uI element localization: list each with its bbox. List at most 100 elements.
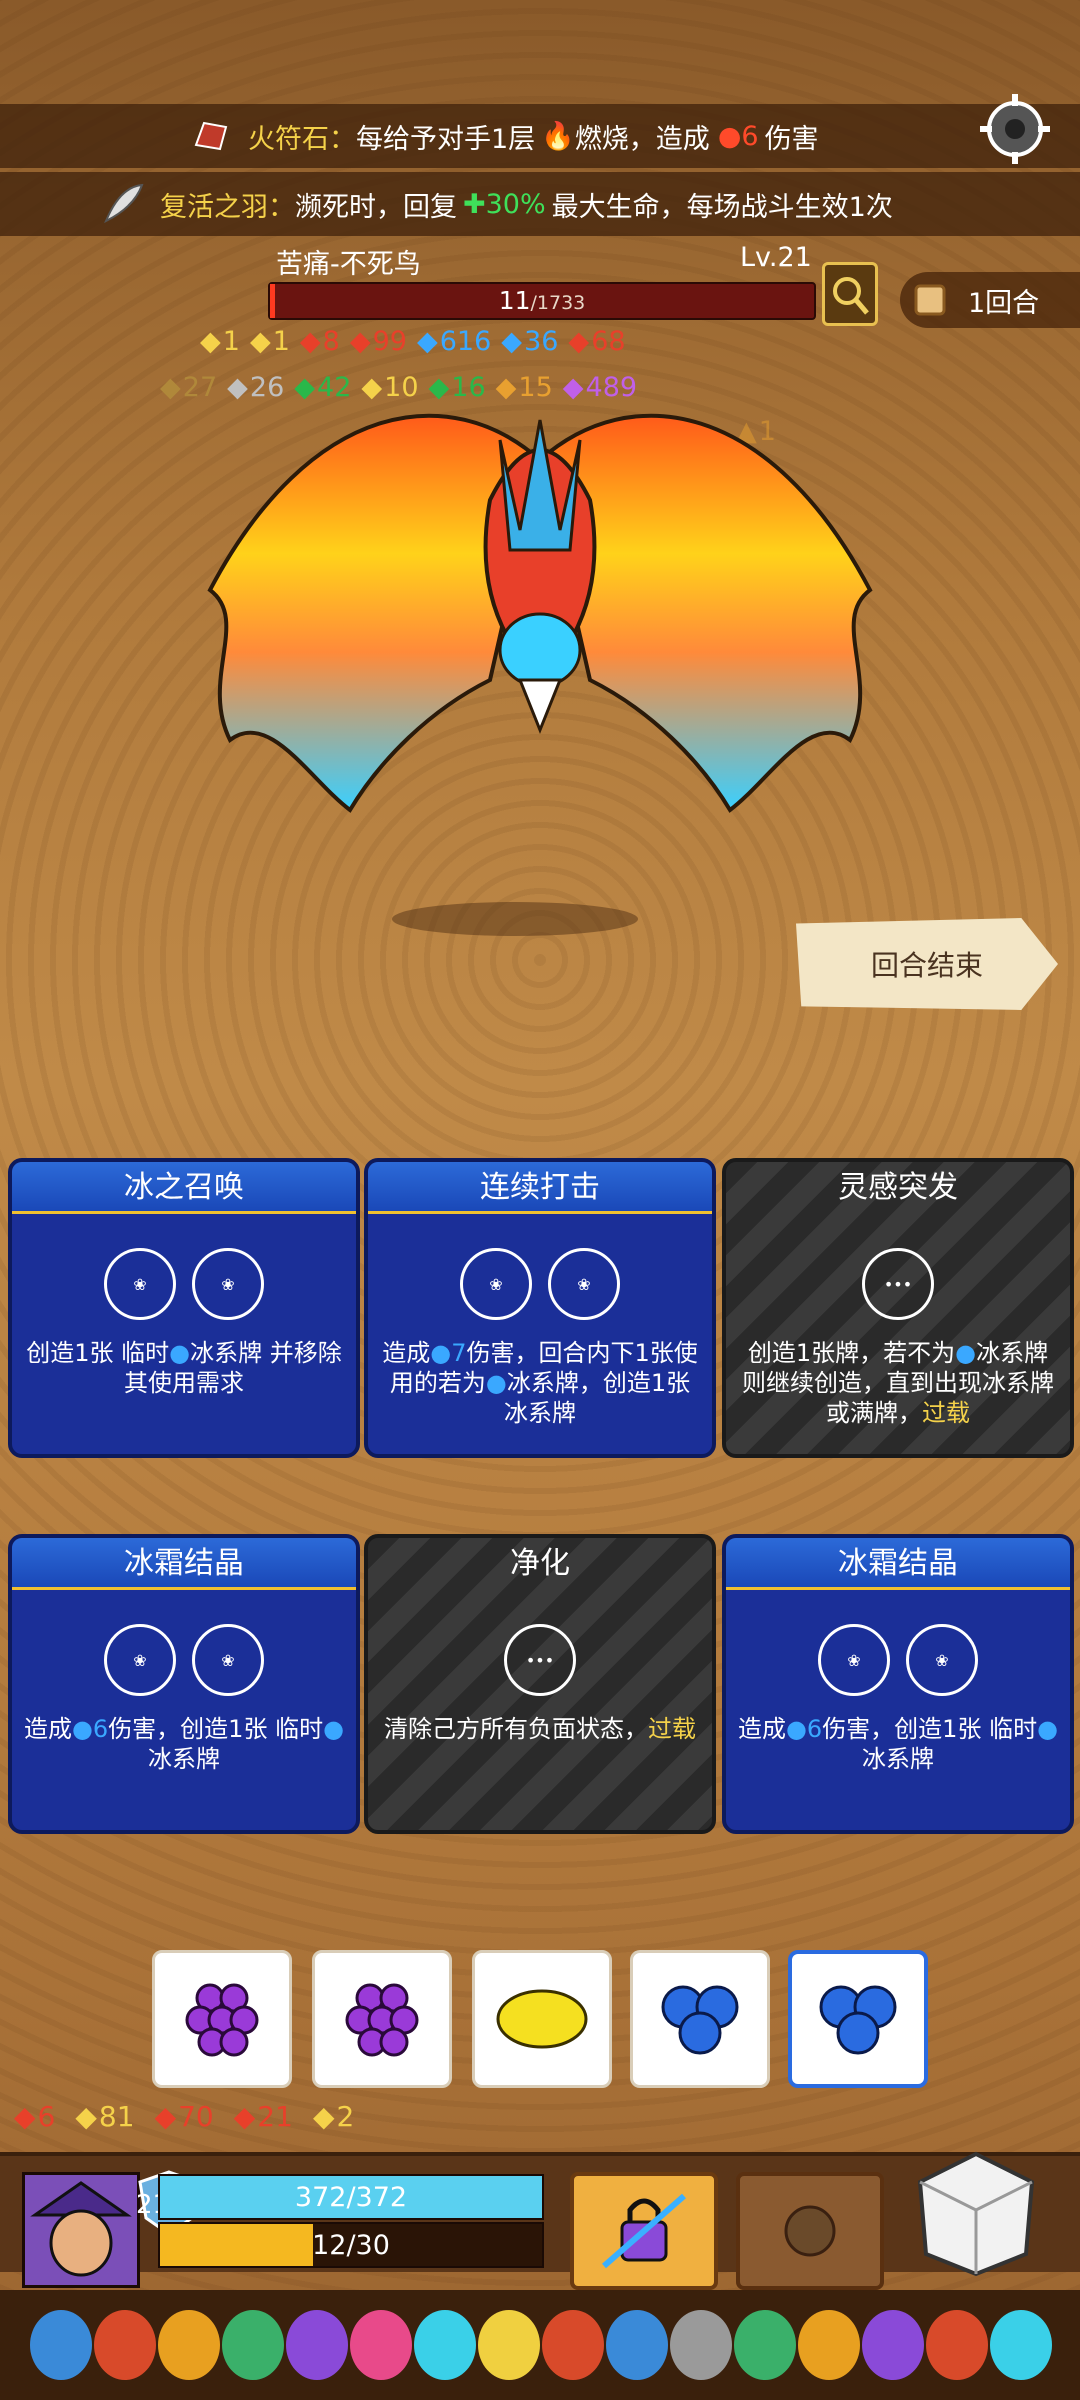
status-shield-red[interactable]: ◆ 70 bbox=[155, 2100, 214, 2133]
relic-slot-icon[interactable] bbox=[862, 2310, 924, 2380]
status-star[interactable]: ◆ 1 bbox=[250, 326, 290, 357]
inspect-magnifier-button[interactable] bbox=[822, 262, 878, 326]
phoenix-shadow bbox=[392, 902, 638, 936]
status-shield[interactable]: ◆ 1 bbox=[200, 326, 240, 357]
relic-slot-icon[interactable] bbox=[30, 2310, 92, 2380]
blood-icon: ◆ bbox=[568, 326, 590, 357]
star-icon: ◆ bbox=[249, 326, 271, 357]
status-value: 616 bbox=[439, 326, 492, 357]
relic-inventory-strip[interactable] bbox=[0, 2290, 1080, 2400]
grape-icon bbox=[345, 1983, 419, 2057]
speech-icon: ◆ bbox=[501, 326, 523, 357]
player-energy-bar: 12/30 bbox=[158, 2222, 544, 2268]
shield-icon: ◆ bbox=[312, 2100, 335, 2133]
water-drop-icon: ● bbox=[323, 1715, 345, 1743]
lock-dice-button[interactable] bbox=[570, 2172, 718, 2290]
end-turn-button[interactable]: 回合结束 bbox=[796, 918, 1058, 1010]
relic-value: 30% bbox=[485, 188, 546, 220]
blueberry-slot-icon: ❀ bbox=[104, 1248, 176, 1320]
status-value: 81 bbox=[98, 2100, 135, 2133]
blueberry-slot-icon: ❀ bbox=[548, 1248, 620, 1320]
die-blueberry[interactable] bbox=[630, 1950, 770, 2088]
snowflake-icon: ◆ bbox=[416, 326, 438, 357]
relic-text: 濒死时，回复 bbox=[295, 191, 457, 223]
water-drop-icon: ● bbox=[785, 1715, 807, 1743]
relic-text: 燃烧，造成 bbox=[574, 123, 710, 155]
relic-bar-fire-rune[interactable]: 火符石： 每给予对手1层 🔥 燃烧，造成 ● 6 伤害 bbox=[0, 104, 1080, 168]
blood-drop-icon: ● bbox=[717, 120, 742, 152]
card-ice-summon[interactable]: 冰之召唤 ❀ ❀ 创造1张 临时●冰系牌 并移除其使用需求 bbox=[8, 1158, 360, 1458]
shield-cross-icon: ◆ bbox=[233, 2100, 256, 2133]
blueberry-icon bbox=[661, 1985, 739, 2055]
player-status-row: ◆ 6 ◆ 81 ◆ 70 ◆ 21 ◆ 2 bbox=[14, 2100, 354, 2133]
round-counter: 1回合 bbox=[900, 272, 1080, 328]
status-shield[interactable]: ◆ 2 bbox=[313, 2100, 354, 2133]
card-inspiration-burst[interactable]: 灵感突发 ••• 创造1张牌，若不为●冰系牌则继续创造，直到出现冰系牌或满牌，过… bbox=[722, 1158, 1074, 1458]
status-value: 6 bbox=[37, 2100, 56, 2133]
enemy-level: Lv.21 bbox=[740, 242, 812, 273]
relic-slot-icon[interactable] bbox=[542, 2310, 604, 2380]
scroll-icon bbox=[914, 284, 946, 316]
lock-icon bbox=[602, 2193, 686, 2269]
relic-slot-icon[interactable] bbox=[478, 2310, 540, 2380]
status-snowflake[interactable]: ◆ 616 bbox=[417, 326, 491, 357]
status-speech[interactable]: ◆ 36 bbox=[501, 326, 558, 357]
card-frost-crystal[interactable]: 冰霜结晶 ❀ ❀ 造成●6伤害，创造1张 临时●冰系牌 bbox=[722, 1534, 1074, 1834]
grape-icon bbox=[185, 1983, 259, 2057]
roll-die-icon[interactable] bbox=[914, 2148, 1038, 2280]
relic-slot-icon[interactable] bbox=[798, 2310, 860, 2380]
card-description: 清除己方所有负面状态，过载 bbox=[384, 1715, 696, 1743]
relic-text: 伤害 bbox=[764, 123, 819, 155]
relic-bar-revive-feather[interactable]: 复活之羽： 濒死时，回复 ✚ 30% 最大生命，每场战斗生效1次 bbox=[0, 172, 1080, 236]
blueberry-icon bbox=[819, 1985, 897, 2055]
status-blood[interactable]: ◆ 68 bbox=[568, 326, 625, 357]
relic-slot-icon[interactable] bbox=[734, 2310, 796, 2380]
relic-slot-icon[interactable] bbox=[990, 2310, 1052, 2380]
relic-slot-icon[interactable] bbox=[94, 2310, 156, 2380]
enemy-hp-current: 11 bbox=[498, 286, 531, 315]
round-label: 1回合 bbox=[968, 287, 1040, 319]
phoenix-enemy-sprite[interactable] bbox=[190, 380, 890, 900]
die-lemon[interactable] bbox=[472, 1950, 612, 2088]
relic-slot-icon[interactable] bbox=[222, 2310, 284, 2380]
relic-slot-icon[interactable] bbox=[286, 2310, 348, 2380]
card-title: 冰霜结晶 bbox=[12, 1538, 356, 1590]
status-flame[interactable]: ◆ 99 bbox=[350, 326, 407, 357]
relic-slot-icon[interactable] bbox=[350, 2310, 412, 2380]
blueberry-slot-icon: ❀ bbox=[192, 1248, 264, 1320]
fire-rune-icon bbox=[188, 113, 234, 159]
water-drop-icon: ● bbox=[71, 1715, 93, 1743]
player-avatar[interactable] bbox=[22, 2172, 140, 2288]
status-value: 21 bbox=[257, 2100, 293, 2133]
any-dice-slot-icon: ••• bbox=[862, 1248, 934, 1320]
enemy-hp-bar: 11/1733 bbox=[268, 282, 816, 320]
status-claw[interactable]: ◆ 8 bbox=[300, 326, 340, 357]
reroll-dice-button[interactable] bbox=[736, 2172, 884, 2290]
status-value: 1 bbox=[272, 326, 290, 357]
relic-slot-icon[interactable] bbox=[926, 2310, 988, 2380]
card-description: 造成●7伤害，回合内下1张使用的若为●冰系牌，创造1张冰系牌 bbox=[382, 1339, 698, 1427]
explosion-icon bbox=[784, 2205, 836, 2257]
settings-gear-icon[interactable] bbox=[978, 92, 1052, 166]
blueberry-slot-icon: ❀ bbox=[460, 1248, 532, 1320]
die-grape[interactable] bbox=[152, 1950, 292, 2088]
gear-burn-icon: ◆ bbox=[14, 2100, 36, 2133]
card-purify[interactable]: 净化 ••• 清除己方所有负面状态，过载 bbox=[364, 1534, 716, 1834]
relic-slot-icon[interactable] bbox=[158, 2310, 220, 2380]
shield-icon: ◆ bbox=[200, 326, 221, 357]
relic-slot-icon[interactable] bbox=[670, 2310, 732, 2380]
card-frost-crystal[interactable]: 冰霜结晶 ❀ ❀ 造成●6伤害，创造1张 临时●冰系牌 bbox=[8, 1534, 360, 1834]
status-star[interactable]: ◆ 81 bbox=[75, 2100, 134, 2133]
relic-slot-icon[interactable] bbox=[414, 2310, 476, 2380]
status-shield-cross[interactable]: ◆ 21 bbox=[234, 2100, 293, 2133]
status-value: 2 bbox=[336, 2100, 355, 2133]
feather-icon bbox=[100, 181, 146, 227]
die-blueberry-selected[interactable] bbox=[788, 1950, 928, 2088]
card-combo-strike[interactable]: 连续打击 ❀ ❀ 造成●7伤害，回合内下1张使用的若为●冰系牌，创造1张冰系牌 bbox=[364, 1158, 716, 1458]
status-value: 68 bbox=[591, 326, 626, 357]
relic-text: 最大生命，每场战斗生效1次 bbox=[551, 191, 893, 223]
die-grape[interactable] bbox=[312, 1950, 452, 2088]
status-gear-burn[interactable]: ◆ 6 bbox=[14, 2100, 55, 2133]
relic-slot-icon[interactable] bbox=[606, 2310, 668, 2380]
water-drop-icon: ● bbox=[169, 1339, 191, 1367]
